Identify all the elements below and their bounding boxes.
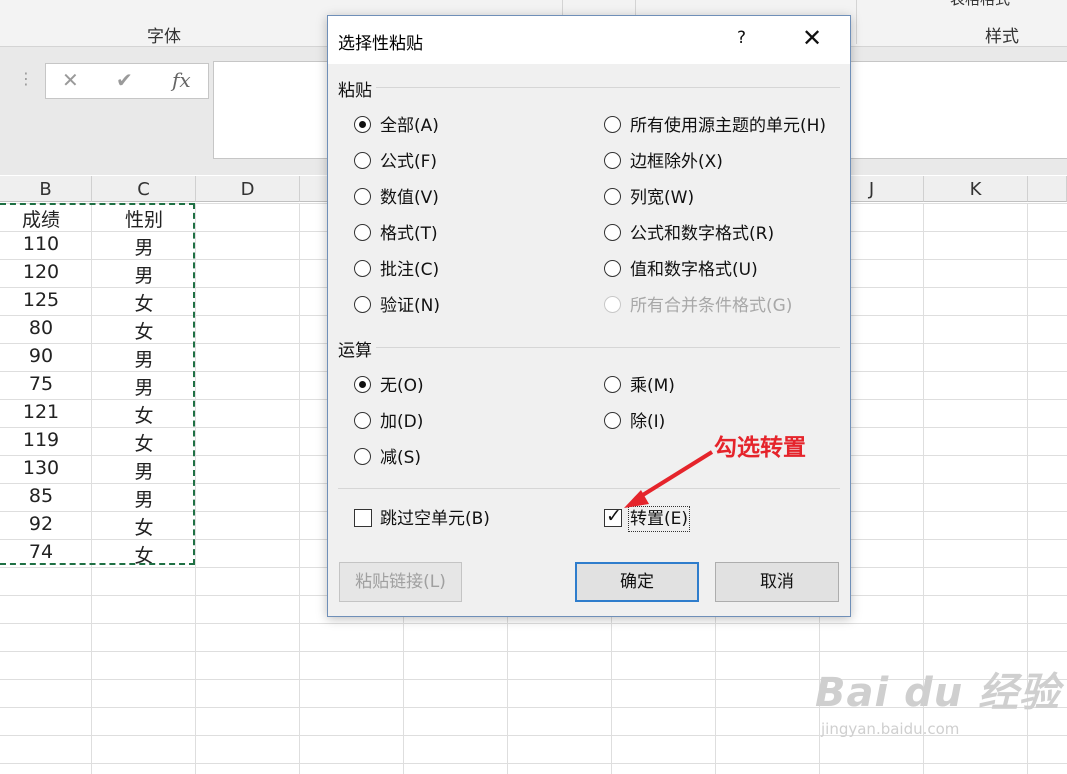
operation-option-label: 减(S) [380, 448, 422, 468]
paste-option-label: 值和数字格式(U) [630, 260, 758, 280]
dialog-titlebar[interactable]: 选择性粘贴 ? ✕ [328, 16, 850, 64]
checkbox-box[interactable]: ✓ [604, 505, 622, 527]
checkbox-box[interactable] [354, 509, 372, 527]
paste-option-label: 批注(C) [380, 260, 440, 280]
column-header-k[interactable]: K [924, 176, 1028, 202]
paste-section-label: 粘贴 [338, 81, 372, 101]
radio-button[interactable] [604, 412, 621, 429]
section-divider [376, 87, 840, 88]
operation-option-label: 除(I) [630, 412, 666, 432]
radio-button[interactable] [354, 116, 371, 133]
ribbon-group-font-label: 字体 [147, 27, 181, 47]
copy-marquee [0, 203, 195, 565]
radio-button[interactable] [604, 188, 621, 205]
radio-button[interactable] [604, 152, 621, 169]
column-header-l[interactable] [1028, 176, 1067, 202]
operation-option-label: 乘(M) [630, 376, 675, 396]
paste-option-label: 全部(A) [380, 116, 439, 136]
enter-icon[interactable]: ✔ [116, 68, 133, 92]
ok-button[interactable]: 确定 [575, 562, 699, 602]
dialog-title: 选择性粘贴 [338, 34, 423, 54]
paste-option-label: 所有使用源主题的单元(H) [630, 116, 827, 136]
grid-col-line [299, 203, 300, 774]
formula-buttons: ✕ ✔ fx [45, 63, 209, 99]
paste-option-label: 所有合并条件格式(G) [630, 296, 793, 316]
radio-button[interactable] [604, 224, 621, 241]
grid-row-line [0, 623, 1067, 624]
insert-function-icon[interactable]: fx [172, 68, 191, 92]
skip-blanks-label: 跳过空单元(B) [380, 509, 490, 529]
paste-special-dialog: 选择性粘贴 ? ✕ 粘贴 全部(A) 公式(F) 数值(V) 格式(T) 批注(C) 验证… [327, 15, 851, 617]
section-divider [376, 347, 840, 348]
operation-option-label: 加(D) [380, 412, 424, 432]
grid-row-line [0, 651, 1067, 652]
radio-button[interactable] [354, 376, 371, 393]
radio-button[interactable] [354, 260, 371, 277]
radio-button[interactable] [604, 376, 621, 393]
radio-button[interactable] [354, 152, 371, 169]
watermark: Bai du 经验 jingyan.baidu.com [815, 660, 1060, 738]
section-divider [338, 488, 840, 489]
paste-option-label: 列宽(W) [630, 188, 695, 208]
radio-button[interactable] [604, 260, 621, 277]
help-button[interactable]: ? [737, 28, 746, 48]
radio-button[interactable] [604, 116, 621, 133]
radio-button[interactable] [354, 224, 371, 241]
transpose-label: 转置(E) [627, 506, 691, 532]
paste-option-label: 公式和数字格式(R) [630, 224, 775, 244]
radio-button[interactable] [354, 448, 371, 465]
radio-button [604, 296, 621, 313]
paste-option-label: 格式(T) [380, 224, 438, 244]
radio-button[interactable] [354, 412, 371, 429]
cancel-button[interactable]: 取消 [715, 562, 839, 602]
paste-option-label: 数值(V) [380, 188, 439, 208]
operation-section-label: 运算 [338, 341, 372, 361]
close-button[interactable]: ✕ [802, 24, 822, 52]
checkmark-icon: ✓ [606, 505, 622, 527]
ribbon-divider [856, 0, 857, 44]
operation-option-label: 无(O) [380, 376, 424, 396]
radio-button[interactable] [354, 188, 371, 205]
paste-option-label: 公式(F) [380, 152, 438, 172]
annotation-text: 勾选转置 [714, 435, 806, 461]
paste-option-label: 边框除外(X) [630, 152, 723, 172]
watermark-url: jingyan.baidu.com [821, 720, 960, 738]
column-header-b[interactable]: B [0, 176, 92, 202]
paste-link-button[interactable]: 粘贴链接(L) [339, 562, 462, 602]
grid-row-line [0, 763, 1067, 764]
ribbon-table-format-label[interactable]: 表格格式 [950, 0, 1010, 9]
radio-button[interactable] [354, 296, 371, 313]
watermark-logo: Bai du 经验 [815, 670, 1061, 716]
grip-handle-icon[interactable]: ⋮ [18, 69, 34, 88]
cancel-icon[interactable]: ✕ [62, 68, 79, 92]
ribbon-group-styles-label: 样式 [985, 27, 1019, 47]
column-header-c[interactable]: C [92, 176, 196, 202]
paste-option-label: 验证(N) [380, 296, 440, 316]
column-header-d[interactable]: D [196, 176, 300, 202]
